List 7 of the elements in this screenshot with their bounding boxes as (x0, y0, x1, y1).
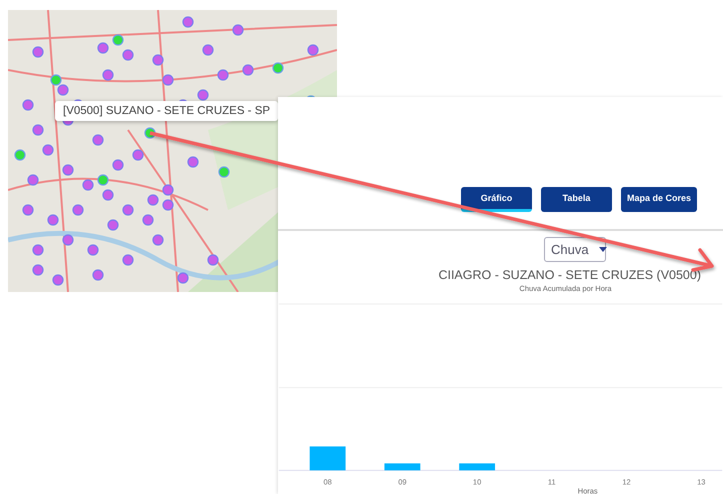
view-tab[interactable]: Tabela (540, 187, 612, 212)
view-tab[interactable]: Mapa de Cores (620, 187, 697, 212)
chart-title: CIIAGRO - SUZANO - SETE CRUZES (V0500) (438, 268, 701, 282)
variable-dropdown[interactable]: Chuva (544, 236, 606, 262)
caret-icon (598, 246, 607, 252)
view-tab[interactable]: Gráfico (460, 187, 532, 212)
map-tooltip: [V0500] SUZANO - SETE CRUZES - SP (55, 101, 278, 121)
